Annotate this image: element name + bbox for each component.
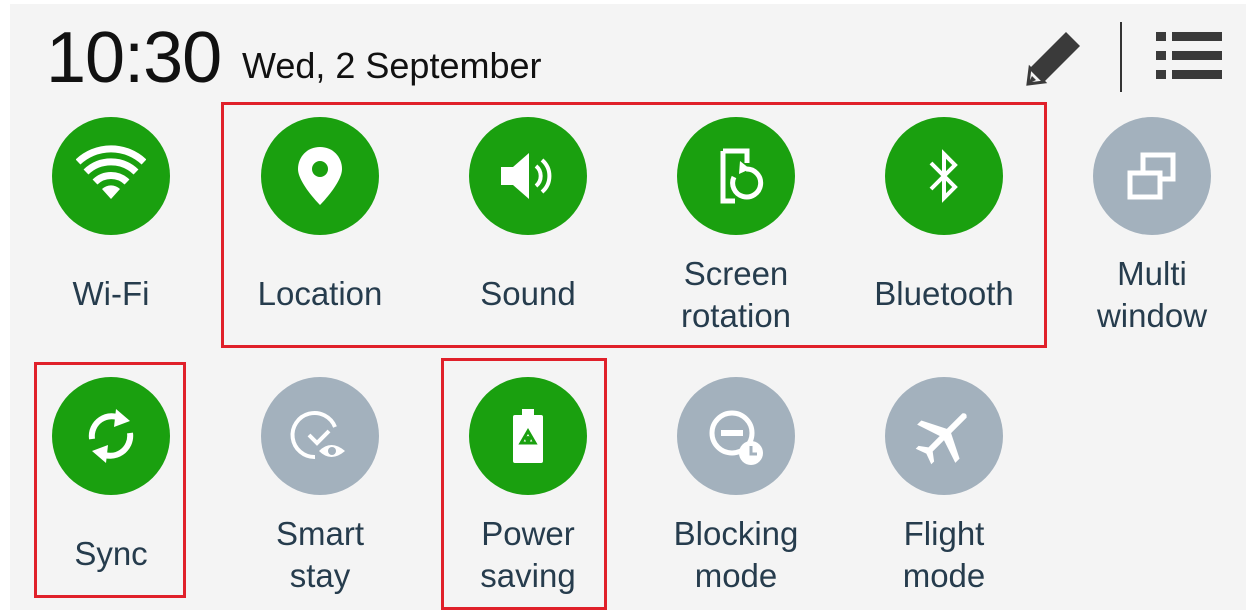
toggle-multi-window[interactable]: Multi window: [1067, 117, 1237, 337]
speaker-icon: [469, 117, 587, 235]
pencil-icon[interactable]: [1022, 26, 1086, 90]
toggle-sync[interactable]: Sync: [26, 377, 196, 575]
toggle-blocking-mode[interactable]: Blocking mode: [651, 377, 821, 597]
toggle-label: Bluetooth: [874, 275, 1014, 312]
smart-stay-icon: [261, 377, 379, 495]
toggle-flight-mode[interactable]: Flight mode: [859, 377, 1029, 597]
toggle-label: Sound: [480, 275, 576, 312]
airplane-icon: [885, 377, 1003, 495]
date-label: Wed, 2 September: [242, 45, 542, 86]
toggle-label: Flight mode: [902, 515, 986, 594]
battery-recycle-icon: [469, 377, 587, 495]
toggle-label: Power saving: [480, 515, 576, 594]
list-icon[interactable]: [1156, 30, 1222, 82]
clock-time: 10:30: [46, 18, 222, 98]
toggle-wifi[interactable]: Wi-Fi: [26, 117, 196, 315]
toggle-label: Multi window: [1096, 255, 1208, 334]
toggle-screen-rotation[interactable]: Screen rotation: [651, 117, 821, 337]
toggle-label: Location: [257, 275, 383, 312]
toggle-bluetooth[interactable]: Bluetooth: [859, 117, 1029, 315]
toggle-label: Smart stay: [275, 515, 364, 594]
toggle-label: Blocking mode: [673, 515, 799, 594]
blocking-mode-icon: [677, 377, 795, 495]
toggle-sound[interactable]: Sound: [443, 117, 613, 315]
toggle-label: Screen rotation: [680, 255, 792, 334]
multi-window-icon: [1093, 117, 1211, 235]
wifi-icon: [52, 117, 170, 235]
bluetooth-icon: [885, 117, 1003, 235]
location-pin-icon: [261, 117, 379, 235]
header-divider: [1120, 22, 1122, 92]
quick-settings-panel: 10:30 Wed, 2 September Wi-Fi Location So…: [10, 4, 1246, 610]
toggle-label: Sync: [74, 535, 148, 572]
toggle-power-saving[interactable]: Power saving: [443, 377, 613, 597]
toggle-location[interactable]: Location: [235, 117, 405, 315]
toggle-label: Wi-Fi: [72, 275, 150, 312]
screen-rotation-icon: [677, 117, 795, 235]
sync-icon: [52, 377, 170, 495]
toggle-smart-stay[interactable]: Smart stay: [235, 377, 405, 597]
